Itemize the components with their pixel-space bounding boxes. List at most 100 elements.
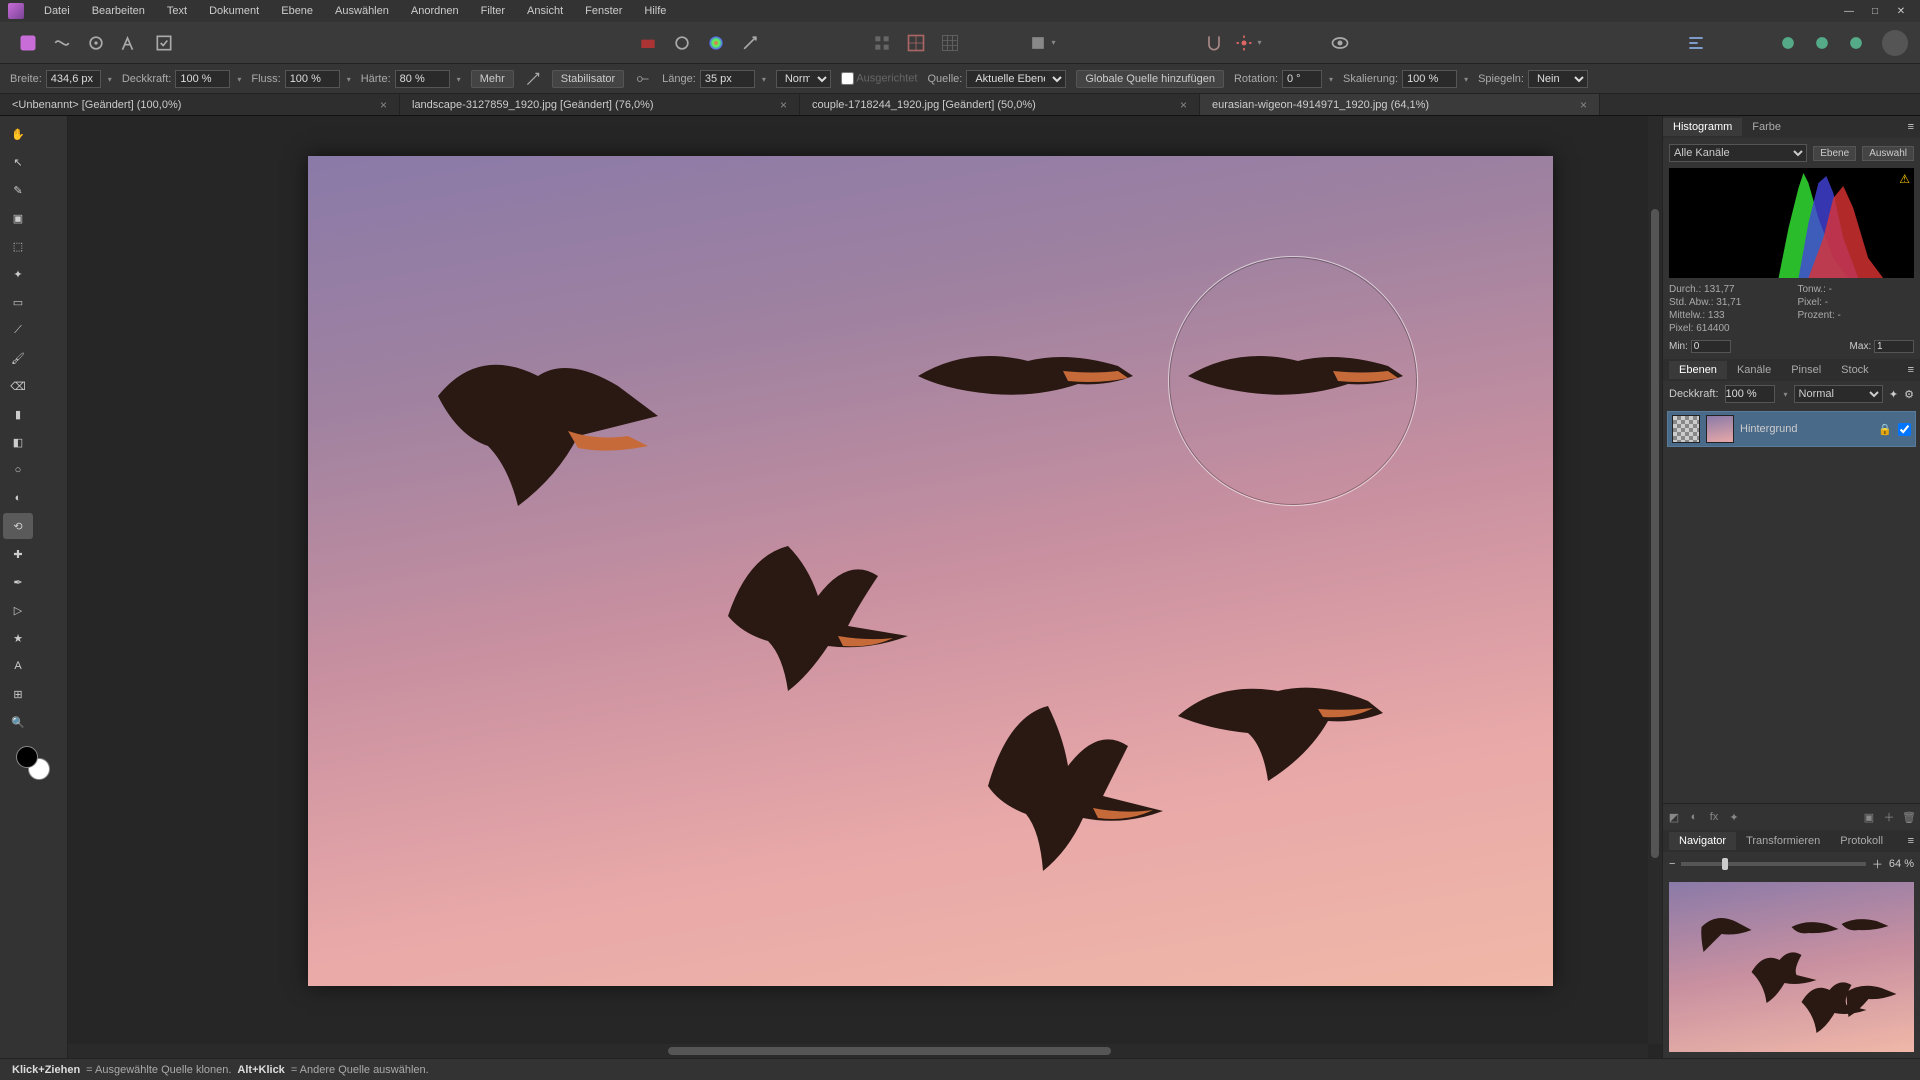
fluss-input[interactable] [285, 70, 340, 88]
persona-photo-icon[interactable] [12, 27, 44, 59]
color-swatch[interactable] [16, 746, 50, 780]
grid-b-icon[interactable] [900, 27, 932, 59]
navigator-thumbnail[interactable] [1669, 882, 1914, 1052]
align-icon[interactable] [1680, 27, 1712, 59]
freehand-select-tool[interactable]: ⟋ [3, 317, 33, 343]
menu-ansicht[interactable]: Ansicht [517, 3, 573, 19]
haerte-input[interactable] [395, 70, 450, 88]
globale-quelle-button[interactable]: Globale Quelle hinzufügen [1076, 70, 1224, 88]
marquee-tool[interactable]: ▭ [3, 289, 33, 315]
layer-name[interactable]: Hintergrund [1740, 423, 1872, 435]
erase-tool[interactable]: ⌫ [3, 373, 33, 399]
hand-tool[interactable]: ✋ [3, 121, 33, 147]
move-tool[interactable]: ↖ [3, 149, 33, 175]
mesh-tool[interactable]: ⊞ [3, 681, 33, 707]
zoom-out-button[interactable]: − [1669, 858, 1675, 870]
menu-hilfe[interactable]: Hilfe [634, 3, 676, 19]
minimize-button[interactable]: — [1838, 3, 1860, 19]
navigator-panel-menu-icon[interactable]: ≡ [1902, 835, 1920, 847]
preview-mode-dropdown[interactable] [1026, 27, 1058, 59]
layer-lock-icon[interactable]: 🔒 [1878, 423, 1892, 436]
layer-delete-icon[interactable]: 🗑 [1900, 808, 1918, 826]
skalierung-input[interactable] [1402, 70, 1457, 88]
cloud-1-icon[interactable] [1772, 27, 1804, 59]
node-tool[interactable]: ▷ [3, 597, 33, 623]
doc-tab-3[interactable]: eurasian-wigeon-4914971_1920.jpg (64,1%)… [1200, 94, 1600, 115]
shape-tool[interactable]: ★ [3, 625, 33, 651]
crop-tool[interactable]: ▣ [3, 205, 33, 231]
breite-input[interactable] [46, 70, 101, 88]
blend-mode-select[interactable]: Normal [776, 70, 831, 88]
arrange-3-icon[interactable] [1564, 27, 1596, 59]
ausgerichtet-checkbox[interactable] [841, 72, 854, 85]
tab-ebenen[interactable]: Ebenen [1669, 361, 1727, 379]
clone-tool[interactable]: ⟲ [3, 513, 33, 539]
persona-liquify-icon[interactable] [46, 27, 78, 59]
tab-stock[interactable]: Stock [1831, 361, 1879, 379]
deckkraft-input[interactable] [175, 70, 230, 88]
dodge-tool[interactable]: ○ [3, 457, 33, 483]
swatch-red-icon[interactable] [632, 27, 664, 59]
zoom-slider[interactable] [1681, 862, 1865, 866]
doc-tab-3-close[interactable]: × [1580, 98, 1587, 112]
healing-tool[interactable]: ✚ [3, 541, 33, 567]
doc-tab-0[interactable]: <Unbenannt> [Geändert] (100,0%)× [0, 94, 400, 115]
layer-add-icon[interactable]: ＋ [1880, 808, 1898, 826]
layer-live-icon[interactable]: ✦ [1725, 808, 1743, 826]
pen-tool[interactable]: ✒ [3, 569, 33, 595]
zoom-tool[interactable]: 🔍 [3, 709, 33, 735]
menu-datei[interactable]: Datei [34, 3, 80, 19]
foreground-color-swatch[interactable] [16, 746, 38, 768]
doc-tab-0-close[interactable]: × [380, 98, 387, 112]
hist-ebene-button[interactable]: Ebene [1813, 146, 1856, 161]
doc-tab-2[interactable]: couple-1718244_1920.jpg [Geändert] (50,0… [800, 94, 1200, 115]
selection-brush-tool[interactable]: ⬚ [3, 233, 33, 259]
layer-fx2-icon[interactable]: fx [1705, 808, 1723, 826]
menu-filter[interactable]: Filter [471, 3, 515, 19]
arrange-2-icon[interactable] [1530, 27, 1562, 59]
stabilisator-button[interactable]: Stabilisator [552, 70, 624, 88]
paint-brush-tool[interactable]: 🖌 [3, 345, 33, 371]
grid-c-icon[interactable] [934, 27, 966, 59]
laenge-input[interactable] [700, 70, 755, 88]
tab-kanaele[interactable]: Kanäle [1727, 361, 1781, 379]
layer-mask-icon[interactable]: ◩ [1665, 808, 1683, 826]
doc-tab-1[interactable]: landscape-3127859_1920.jpg [Geändert] (7… [400, 94, 800, 115]
circle-tool-icon[interactable] [666, 27, 698, 59]
maximize-button[interactable]: □ [1864, 3, 1886, 19]
cloud-2-icon[interactable] [1806, 27, 1838, 59]
persona-export-icon[interactable] [148, 27, 180, 59]
assist-dropdown[interactable] [1232, 27, 1264, 59]
channels-select[interactable]: Alle Kanäle [1669, 144, 1807, 162]
menu-ebene[interactable]: Ebene [271, 3, 323, 19]
rotation-input[interactable] [1282, 70, 1322, 88]
account-avatar[interactable] [1882, 30, 1908, 56]
tab-transformieren[interactable]: Transformieren [1736, 832, 1830, 850]
persona-develop-icon[interactable] [80, 27, 112, 59]
document-canvas[interactable] [308, 156, 1553, 986]
canvas-h-scrollbar[interactable] [68, 1044, 1648, 1058]
tab-histogramm[interactable]: Histogramm [1663, 118, 1742, 136]
rope-icon[interactable] [634, 70, 652, 88]
flood-select-tool[interactable]: ✦ [3, 261, 33, 287]
menu-anordnen[interactable]: Anordnen [401, 3, 469, 19]
tab-farbe[interactable]: Farbe [1742, 118, 1791, 136]
hist-min-input[interactable] [1691, 340, 1731, 353]
wand-tool-icon[interactable] [734, 27, 766, 59]
layer-blend-select[interactable]: Normal [1794, 385, 1883, 403]
text-tool[interactable]: A [3, 653, 33, 679]
color-picker-tool[interactable]: ✎ [3, 177, 33, 203]
menu-dokument[interactable]: Dokument [199, 3, 269, 19]
gradient-tool[interactable]: ◧ [3, 429, 33, 455]
doc-tab-1-close[interactable]: × [780, 98, 787, 112]
tab-pinsel[interactable]: Pinsel [1781, 361, 1831, 379]
grid-a-icon[interactable] [866, 27, 898, 59]
snap-icon[interactable] [1198, 27, 1230, 59]
mehr-button[interactable]: Mehr [471, 70, 514, 88]
layer-visible-checkbox[interactable] [1898, 423, 1911, 436]
layer-opacity-input[interactable] [1725, 385, 1775, 403]
pressure-icon[interactable] [524, 70, 542, 88]
layer-cog-icon[interactable]: ⚙ [1904, 388, 1914, 401]
persona-tone-icon[interactable] [114, 27, 146, 59]
canvas-v-scrollbar[interactable] [1648, 116, 1662, 1044]
